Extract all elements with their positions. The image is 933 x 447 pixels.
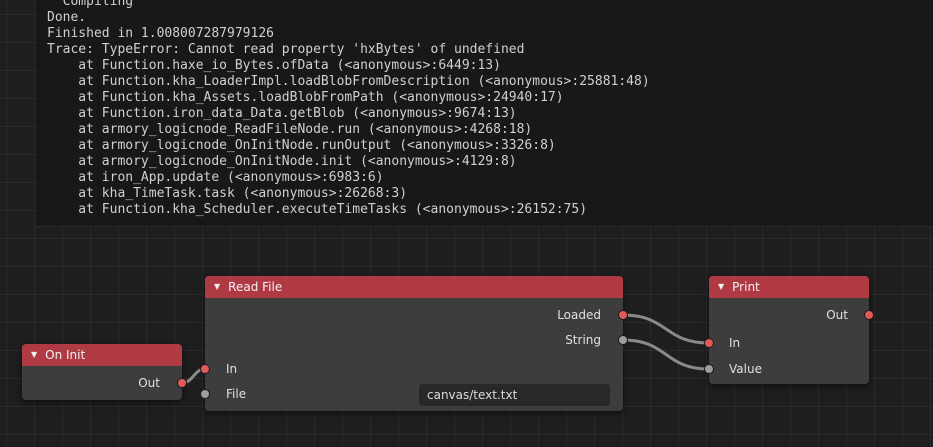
link-string-to-print-value[interactable] [622, 338, 710, 371]
node-print[interactable]: ▼ Print Out In Value [704, 276, 874, 384]
node-on-init[interactable]: ▼ On Init Out [22, 344, 187, 400]
node-header[interactable]: ▼ Read File [205, 276, 623, 298]
node-title: Read File [228, 280, 283, 294]
input-socket-file[interactable] [200, 389, 210, 399]
socket-label-in: In [226, 362, 238, 376]
socket-label-file: File [226, 387, 247, 401]
node-read-file[interactable]: ▼ Read File Loaded String In File canvas… [200, 276, 628, 411]
file-path-field[interactable]: canvas/text.txt [419, 384, 610, 406]
input-socket-in[interactable] [200, 364, 210, 374]
input-socket-value[interactable] [704, 364, 714, 374]
output-socket-out[interactable] [177, 378, 187, 388]
socket-label-out: Out [826, 308, 848, 322]
triangle-down-icon[interactable]: ▼ [31, 344, 37, 366]
triangle-down-icon[interactable]: ▼ [718, 276, 724, 298]
triangle-down-icon[interactable]: ▼ [214, 276, 220, 298]
node-header[interactable]: ▼ Print [709, 276, 869, 298]
socket-label-value: Value [729, 362, 762, 376]
socket-label-in: In [729, 336, 741, 350]
socket-label-loaded: Loaded [557, 308, 601, 322]
output-socket-out[interactable] [864, 310, 874, 320]
socket-label-string: String [565, 333, 601, 347]
output-socket-string[interactable] [618, 335, 628, 345]
node-title: Print [732, 280, 760, 294]
node-header[interactable]: ▼ On Init [22, 344, 182, 366]
input-socket-in[interactable] [704, 338, 714, 348]
output-socket-loaded[interactable] [618, 310, 628, 320]
node-title: On Init [45, 348, 86, 362]
link-loaded-to-print-in[interactable] [622, 313, 710, 345]
socket-label-out: Out [138, 376, 160, 390]
